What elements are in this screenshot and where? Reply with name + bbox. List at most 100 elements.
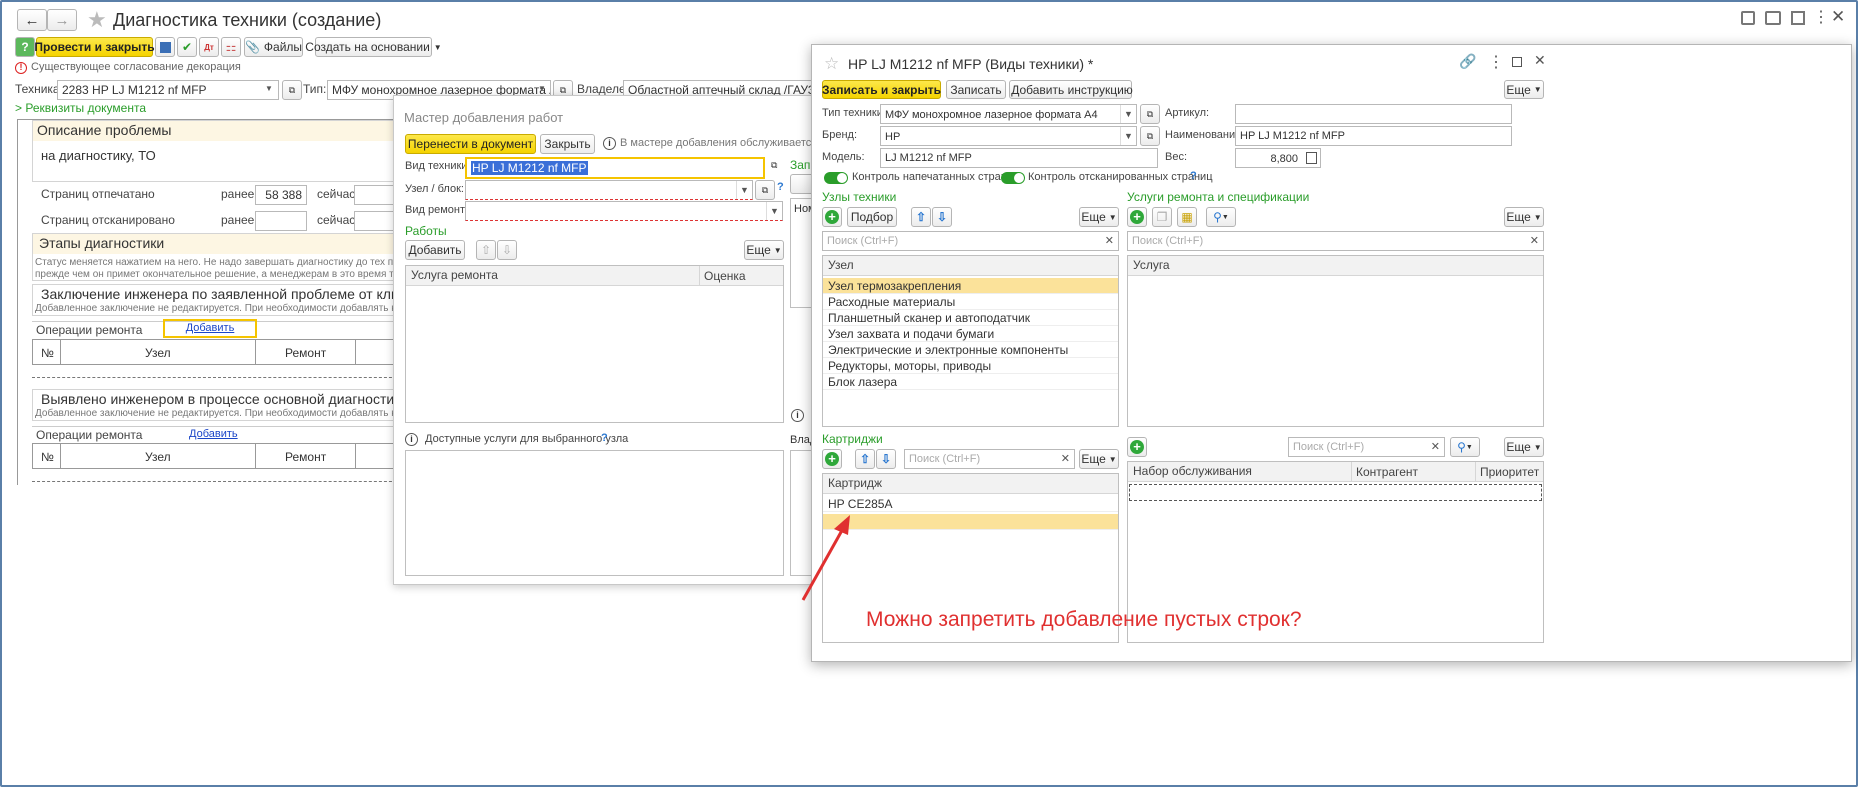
works-down-button[interactable]: ⇩ [497, 240, 517, 260]
dialog-more-icon[interactable]: ⋮ [1488, 52, 1504, 72]
cartridges-more-button[interactable]: Еще ▼ [1079, 449, 1119, 469]
services-search-input[interactable]: Поиск (Ctrl+F) ✕ [1127, 231, 1544, 251]
create-based-button[interactable]: Создать на основании ▼ [305, 37, 442, 57]
requisites-toggle[interactable]: > Реквизиты документа [15, 101, 146, 115]
services-search-clear-icon[interactable]: ✕ [1530, 232, 1539, 250]
save-icon[interactable] [1741, 11, 1755, 25]
nodes-up-button[interactable]: ⇧ [911, 207, 931, 227]
works-add-button[interactable]: Добавить [405, 240, 465, 260]
ctrl-printed-toggle[interactable] [824, 172, 848, 184]
preview-icon[interactable] [1791, 11, 1805, 25]
services-search-button[interactable]: ⚲ ▼ [1206, 207, 1236, 227]
kind-open-icon[interactable]: ⧉ [771, 160, 777, 171]
forward-button[interactable]: → [47, 9, 77, 31]
node-row[interactable]: Узел термозакрепления [823, 278, 1118, 294]
node-row[interactable]: Электрические и электронные компоненты [823, 342, 1118, 358]
debit-credit-icon[interactable]: Дт [199, 37, 219, 57]
kind-field[interactable]: HP LJ M1212 nf MFP [465, 157, 765, 179]
cartridges-down-button[interactable]: ⇩ [876, 449, 896, 469]
node-row[interactable]: Узел захвата и подачи бумаги [823, 326, 1118, 342]
tech-field[interactable]: 2283 HP LJ M1212 nf MFP [57, 80, 279, 100]
structure-icon[interactable]: ⚏ [221, 37, 241, 57]
cartridge-row[interactable]: HP CE285A [823, 496, 1118, 512]
nodes-down-button[interactable]: ⇩ [932, 207, 952, 227]
node-row[interactable]: Планшетный сканер и автоподатчик [823, 310, 1118, 326]
cartridges-up-button[interactable]: ⇧ [855, 449, 875, 469]
tech-dropdown-icon[interactable]: ▼ [265, 84, 273, 93]
name-field[interactable]: HP LJ M1212 nf MFP [1235, 126, 1512, 146]
works-up-button[interactable]: ⇧ [476, 240, 496, 260]
dialog-more-button[interactable]: Еще ▼ [1504, 80, 1544, 99]
sets-search-button[interactable]: ⚲ ▼ [1450, 437, 1480, 457]
files-button[interactable]: 📎 Файлы [244, 37, 303, 57]
nodes-more-label: Еще [1081, 210, 1106, 224]
link-icon[interactable]: 🔗 [1459, 53, 1476, 70]
save-disk-icon[interactable] [155, 37, 175, 57]
services-table-button[interactable]: ▦ [1177, 207, 1197, 227]
nodes-pick-button[interactable]: Подбор [847, 207, 897, 227]
sets-search-input[interactable]: Поиск (Ctrl+F) ✕ [1288, 437, 1445, 457]
available-help-icon[interactable]: ? [601, 432, 608, 444]
more-vertical-icon[interactable]: ⋮ [1813, 7, 1829, 27]
type-tech-field[interactable]: МФУ монохромное лазерное формата А4 ▼ [880, 104, 1137, 124]
repair-kind-field[interactable]: ▼ [465, 201, 783, 221]
scanned-before-field[interactable] [255, 211, 307, 231]
post-close-button[interactable]: Провести и закрыть [34, 37, 155, 57]
cartridges-add-button[interactable]: + [822, 449, 842, 469]
weight-field[interactable]: 8,800 [1235, 148, 1321, 168]
brand-field[interactable]: HP ▼ [880, 126, 1137, 146]
nodes-more-button[interactable]: Еще ▼ [1079, 207, 1119, 227]
add-instruction-button[interactable]: Добавить инструкцию [1009, 80, 1133, 99]
help-icon[interactable]: ? [15, 37, 35, 57]
add-repair-link-2[interactable]: Добавить [189, 428, 238, 440]
document-check-icon[interactable]: ✔ [177, 37, 197, 57]
node-row[interactable]: Редукторы, моторы, приводы [823, 358, 1118, 374]
type-dropdown-icon[interactable]: ▼ [538, 84, 546, 93]
sets-empty-row[interactable] [1129, 484, 1542, 501]
save-close-button[interactable]: Записать и закрыть [822, 80, 941, 99]
ctrl-scanned-toggle[interactable] [1001, 172, 1025, 184]
works-more-button[interactable]: Еще ▼ [744, 240, 784, 260]
transfer-button[interactable]: Перенести в документ [405, 134, 536, 154]
ctrl-help-icon[interactable]: ? [1190, 170, 1197, 182]
favorite-star-icon[interactable]: ★ [87, 7, 107, 33]
wizard-close-button[interactable]: Закрыть [540, 134, 595, 154]
model-field[interactable]: LJ M1212 nf MFP [880, 148, 1158, 168]
services-add-button[interactable]: + [1127, 207, 1147, 227]
nodes-add-button[interactable]: + [822, 207, 842, 227]
back-button[interactable]: ← [17, 9, 47, 31]
close-icon[interactable]: ✕ [1831, 7, 1845, 27]
node-dropdown-icon[interactable]: ▼ [736, 181, 752, 199]
nodes-search-clear-icon[interactable]: ✕ [1105, 232, 1114, 250]
cartridges-search-clear-icon[interactable]: ✕ [1061, 450, 1070, 468]
calculator-icon[interactable] [1306, 152, 1317, 164]
sets-add-button[interactable]: + [1127, 437, 1147, 457]
brand-open-icon[interactable]: ⧉ [1140, 126, 1160, 146]
dialog-save-button[interactable]: Записать [946, 80, 1006, 99]
services-more-button[interactable]: Еще ▼ [1504, 207, 1544, 227]
type-tech-dropdown-icon[interactable]: ▼ [1120, 105, 1136, 123]
cartridges-search-input[interactable]: Поиск (Ctrl+F) ✕ [904, 449, 1075, 469]
article-field[interactable] [1235, 104, 1512, 124]
repair-kind-dropdown-icon[interactable]: ▼ [766, 202, 782, 220]
node-open-icon[interactable]: ⧉ [755, 180, 775, 200]
cartridge-empty-row[interactable] [823, 514, 1118, 530]
print-icon[interactable] [1765, 11, 1781, 25]
tech-open-icon[interactable]: ⧉ [282, 80, 302, 100]
dialog-close-icon[interactable]: ✕ [1534, 52, 1546, 69]
services-copy-button[interactable]: ❐ [1152, 207, 1172, 227]
maximize-icon[interactable] [1512, 57, 1522, 67]
dialog-star-icon[interactable]: ☆ [824, 54, 839, 74]
nodes-search-input[interactable]: Поиск (Ctrl+F) ✕ [822, 231, 1119, 251]
add-repair-button-1[interactable]: Добавить [163, 319, 257, 338]
problem-text[interactable]: на диагностику, ТО [41, 148, 156, 163]
printed-before-field[interactable]: 58 388 [255, 185, 307, 205]
sets-search-clear-icon[interactable]: ✕ [1431, 438, 1440, 456]
node-row[interactable]: Расходные материалы [823, 294, 1118, 310]
sets-more-button[interactable]: Еще ▼ [1504, 437, 1544, 457]
type-tech-open-icon[interactable]: ⧉ [1140, 104, 1160, 124]
node-help-icon[interactable]: ? [777, 181, 784, 193]
node-row[interactable]: Блок лазера [823, 374, 1118, 390]
brand-dropdown-icon[interactable]: ▼ [1120, 127, 1136, 145]
node-field[interactable]: ▼ [465, 180, 753, 200]
